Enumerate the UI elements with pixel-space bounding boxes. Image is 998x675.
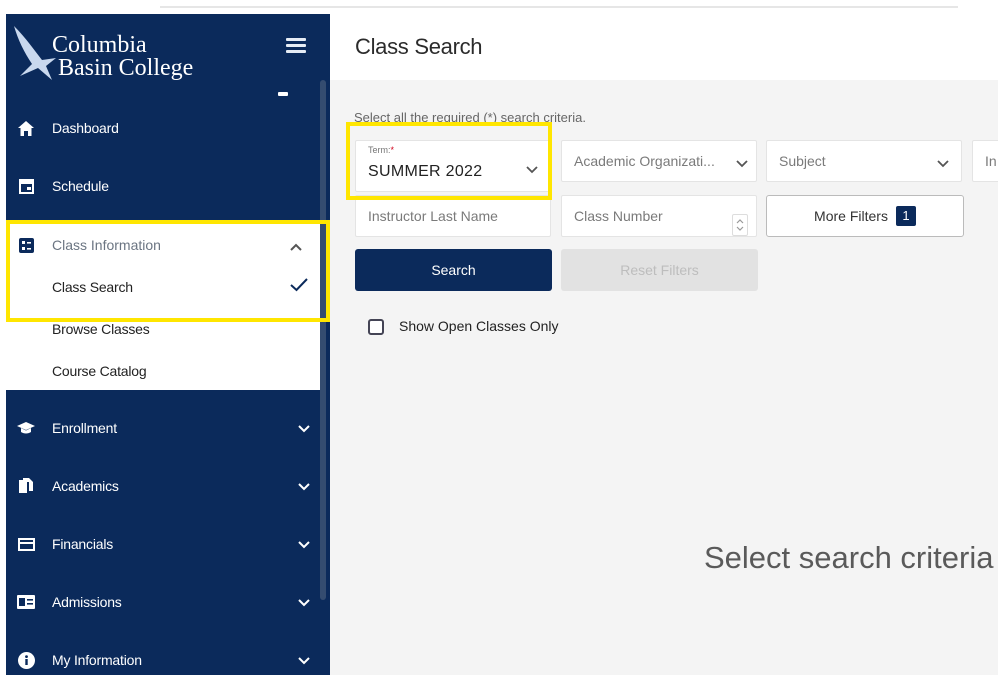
sidebar-item-enrollment[interactable]: Enrollment <box>6 406 320 450</box>
page-title: Class Search <box>355 34 483 59</box>
main-content: Class Search Select all the required (*)… <box>330 14 998 675</box>
reset-filters-button[interactable]: Reset Filters <box>561 249 758 291</box>
page-header: Class Search <box>330 14 998 80</box>
sidebar-item-financials[interactable]: Financials <box>6 522 320 566</box>
college-name: Columbia Basin College <box>52 32 194 81</box>
cutoff-field-placeholder: In <box>985 153 997 169</box>
subject-placeholder: Subject <box>779 153 826 169</box>
calendar-icon <box>16 176 36 196</box>
show-open-classes-checkbox[interactable] <box>368 319 384 335</box>
chevron-down-icon <box>298 652 310 668</box>
instructor-last-name-input[interactable]: Instructor Last Name <box>355 195 551 237</box>
chevron-down-icon <box>298 536 310 552</box>
instructor-placeholder: Instructor Last Name <box>368 208 498 224</box>
empty-state-message: Select search criteria <box>704 540 994 575</box>
sidebar-subitem-browse-classes[interactable]: Browse Classes <box>52 321 150 337</box>
class-number-placeholder: Class Number <box>574 208 663 224</box>
term-select[interactable]: Term:* SUMMER 2022 <box>355 140 551 192</box>
term-value: SUMMER 2022 <box>368 163 483 180</box>
sidebar-subitem-course-catalog[interactable]: Course Catalog <box>52 363 147 379</box>
show-open-classes-label: Show Open Classes Only <box>399 318 559 334</box>
more-filters-label: More Filters <box>814 208 888 224</box>
sidebar-item-label: Financials <box>52 536 114 552</box>
chevron-down-icon <box>526 161 538 177</box>
sidebar-item-label: Academics <box>52 478 119 494</box>
sidebar-item-class-information[interactable]: Class Information <box>6 224 320 266</box>
sidebar-item-academics[interactable]: Academics <box>6 464 320 508</box>
academic-organization-placeholder: Academic Organizati... <box>574 153 715 169</box>
chevron-down-icon <box>298 420 310 436</box>
subject-select[interactable]: Subject <box>766 140 962 182</box>
sidebar-item-label: Admissions <box>52 594 122 610</box>
sidebar-scrollbar[interactable] <box>320 80 326 600</box>
search-button[interactable]: Search <box>355 249 552 291</box>
document-icon <box>16 476 36 496</box>
list-icon <box>16 235 36 255</box>
chevron-down-icon <box>298 594 310 610</box>
class-information-panel: Class Information Class Search Browse Cl… <box>6 224 320 390</box>
sidebar-item-dashboard[interactable]: Dashboard <box>6 106 320 150</box>
sidebar-item-schedule[interactable]: Schedule <box>6 164 320 208</box>
chevron-down-icon <box>937 155 949 171</box>
chevron-down-icon <box>736 155 748 171</box>
sidebar-item-my-information[interactable]: My Information <box>6 638 320 675</box>
graduation-cap-icon <box>16 418 36 438</box>
class-number-input[interactable]: Class Number <box>561 195 757 237</box>
id-card-icon <box>16 592 36 612</box>
info-icon <box>16 650 36 670</box>
sidebar-item-label: Class Information <box>52 237 161 253</box>
sidebar: Columbia Basin College Dashboard Schedul… <box>6 14 330 675</box>
instruction-text: Select all the required (*) search crite… <box>354 110 586 125</box>
top-strip <box>0 0 998 12</box>
term-label: Term:* <box>368 145 395 155</box>
sidebar-item-label: Enrollment <box>52 420 117 436</box>
sidebar-subitem-class-search[interactable]: Class Search <box>52 279 133 295</box>
menu-toggle-icon[interactable] <box>286 38 306 54</box>
number-stepper-icon[interactable] <box>732 214 748 236</box>
collapse-indicator <box>278 92 288 96</box>
cutoff-field[interactable]: In <box>972 140 998 182</box>
sidebar-item-label: My Information <box>52 652 142 668</box>
chevron-down-icon <box>298 478 310 494</box>
college-logo[interactable]: Columbia Basin College <box>12 20 222 90</box>
checkmark-icon <box>290 278 308 297</box>
more-filters-button[interactable]: More Filters 1 <box>766 195 964 237</box>
chevron-up-icon <box>290 238 302 254</box>
filter-count-badge: 1 <box>895 206 916 226</box>
sidebar-item-label: Schedule <box>52 178 109 194</box>
sidebar-item-admissions[interactable]: Admissions <box>6 580 320 624</box>
sidebar-item-label: Dashboard <box>52 120 119 136</box>
credit-card-icon <box>16 534 36 554</box>
academic-organization-select[interactable]: Academic Organizati... <box>561 140 757 182</box>
home-icon <box>16 118 36 138</box>
